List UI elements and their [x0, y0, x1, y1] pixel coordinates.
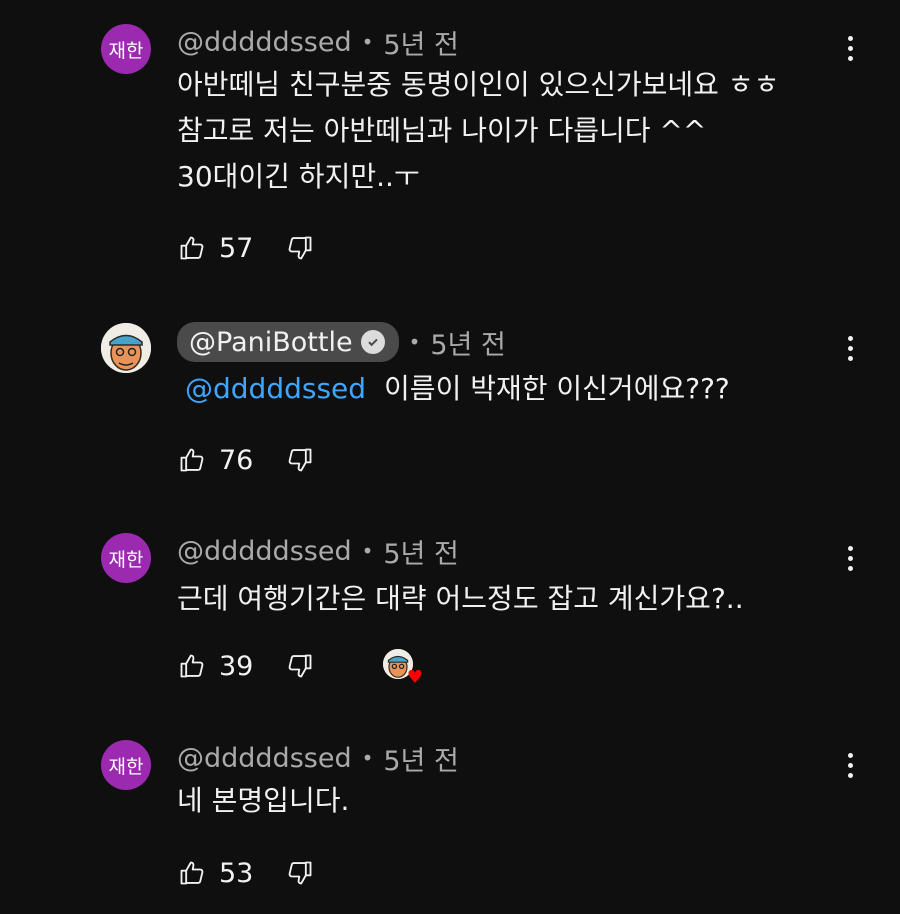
like-count: 76: [219, 444, 254, 476]
like-count: 57: [219, 232, 254, 264]
timestamp[interactable]: 5년 전: [383, 739, 458, 778]
separator-dot: •: [361, 746, 374, 770]
comment-meta: @dddddssed • 5년 전: [177, 22, 459, 62]
avatar-initials: 재한: [108, 39, 144, 62]
comment-line: 네 본명입니다.: [177, 784, 350, 817]
comment-meta: @dddddssed • 5년 전: [177, 738, 459, 778]
avatar-initials: 재한: [108, 755, 144, 778]
comment-meta: @PaniBottle • 5년 전: [177, 322, 506, 362]
like-icon[interactable]: [177, 651, 207, 681]
like-icon[interactable]: [177, 233, 207, 263]
dislike-icon[interactable]: [285, 233, 315, 263]
separator-dot: •: [361, 539, 374, 563]
comment-line: 이름이 박재한 이신거에요???: [384, 372, 730, 405]
avatar[interactable]: 재한: [101, 24, 151, 74]
dislike-icon[interactable]: [285, 858, 315, 888]
like-icon[interactable]: [177, 858, 207, 888]
dislike-icon[interactable]: [285, 651, 315, 681]
heart-icon: ♥: [406, 667, 423, 688]
like-icon[interactable]: [177, 445, 207, 475]
author-name[interactable]: @dddddssed: [177, 536, 352, 567]
more-options-icon[interactable]: [836, 330, 864, 366]
mention-link[interactable]: @dddddssed: [185, 372, 366, 405]
comment-text: @dddddssed 이름이 박재한 이신거에요???: [177, 366, 730, 412]
verified-check-icon: [360, 330, 385, 354]
author-name[interactable]: @dddddssed: [177, 27, 352, 58]
creator-badge-chip[interactable]: @PaniBottle: [177, 322, 399, 362]
author-name: @PaniBottle: [189, 326, 353, 358]
comment-line: 아반떼님 친구분중 동명이인이 있으신가보네요 ㅎㅎ: [177, 68, 780, 101]
more-options-icon[interactable]: [836, 30, 864, 66]
comment-line: 참고로 저는 아반떼님과 나이가 다릅니다 ^^: [177, 114, 707, 147]
like-count: 53: [219, 857, 254, 889]
like-count: 39: [219, 650, 254, 682]
separator-dot: •: [361, 30, 374, 54]
comment-actions: 76: [177, 442, 315, 478]
comment-meta: @dddddssed • 5년 전: [177, 531, 459, 571]
avatar[interactable]: 재한: [101, 533, 151, 583]
comment-actions: 53: [177, 855, 315, 891]
comment-line: 30대이긴 하지만..ㅜ: [177, 160, 420, 193]
comment-text: 근데 여행기간은 대략 어느정도 잡고 계신가요?..: [177, 576, 744, 622]
avatar[interactable]: 재한: [101, 740, 151, 790]
avatar-initials: 재한: [108, 548, 144, 571]
avatar[interactable]: [101, 323, 151, 373]
more-options-icon[interactable]: [836, 540, 864, 576]
creator-face-icon: [101, 323, 151, 373]
comment-line: 근데 여행기간은 대략 어느정도 잡고 계신가요?..: [177, 582, 744, 615]
timestamp[interactable]: 5년 전: [383, 23, 458, 62]
dislike-icon[interactable]: [285, 445, 315, 475]
timestamp[interactable]: 5년 전: [383, 532, 458, 571]
more-options-icon[interactable]: [836, 747, 864, 783]
creator-heart-badge: ♥: [383, 649, 423, 687]
separator-dot: •: [408, 330, 421, 354]
comment-actions: 57: [177, 230, 315, 266]
timestamp[interactable]: 5년 전: [430, 323, 505, 362]
comment-text: 네 본명입니다.: [177, 778, 349, 824]
comment-text: 아반떼님 친구분중 동명이인이 있으신가보네요 ㅎㅎ 참고로 저는 아반떼님과 …: [177, 62, 779, 200]
author-name[interactable]: @dddddssed: [177, 743, 352, 774]
comment-actions: 39 ♥: [177, 648, 423, 687]
